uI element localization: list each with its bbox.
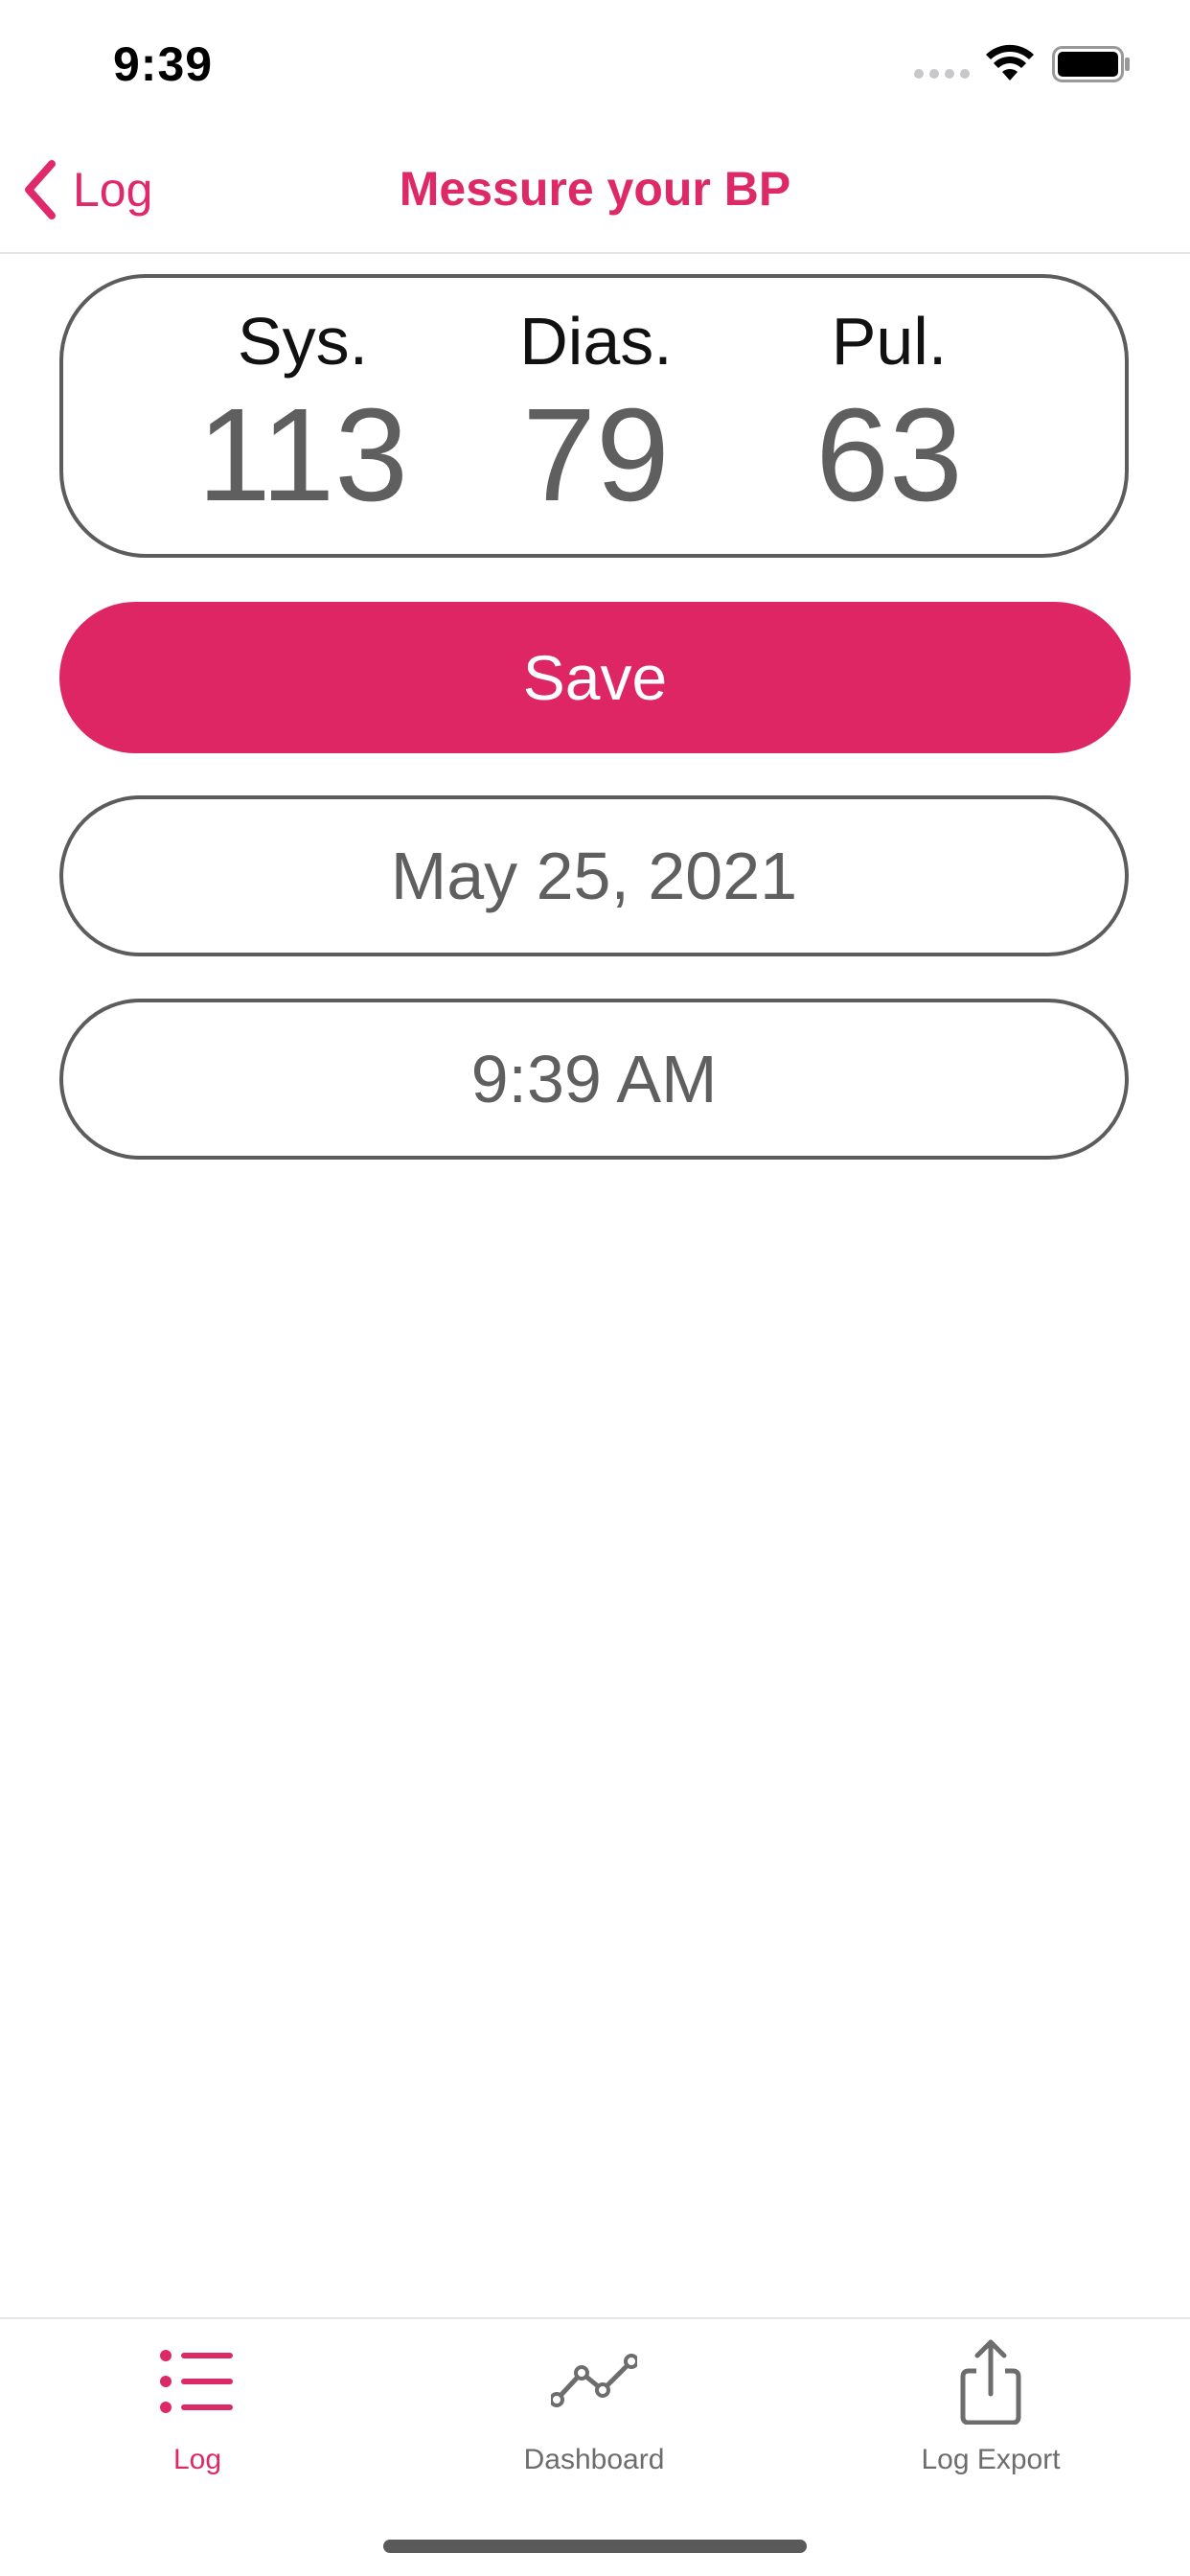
tab-log-export[interactable]: Log Export [847,2338,1134,2492]
wifi-icon [986,44,1034,80]
tab-bar-divider [0,2317,1190,2319]
tab-log[interactable]: Log [54,2338,341,2492]
systolic-value[interactable]: 113 [178,383,427,527]
share-icon [960,2339,1021,2425]
pulse-column: Pul. 63 [765,303,1014,527]
battery-icon [1052,46,1130,82]
pulse-value[interactable]: 63 [765,383,1014,527]
systolic-column: Sys. 113 [178,303,427,527]
tab-dashboard[interactable]: Dashboard [450,2338,738,2492]
time-picker[interactable]: 9:39 AM [59,999,1129,1160]
tab-log-label: Log [172,2444,222,2475]
diastolic-label: Dias. [519,304,673,379]
diastolic-value[interactable]: 79 [471,383,721,527]
nav-divider [0,252,1190,254]
status-time: 9:39 [113,37,214,91]
systolic-label: Sys. [237,304,369,379]
tab-log-export-label: Log Export [921,2444,1061,2475]
list-icon [160,2350,233,2413]
home-indicator [383,2540,807,2553]
line-chart-icon [551,2354,637,2407]
cellular-signal-icon [914,69,970,79]
diastolic-column: Dias. 79 [471,303,721,527]
save-button[interactable]: Save [59,602,1131,753]
date-picker[interactable]: May 25, 2021 [59,795,1129,956]
page-title: Messure your BP [399,162,791,216]
bp-reading-card[interactable]: Sys. 113 Dias. 79 Pul. 63 [59,274,1129,558]
tab-dashboard-label: Dashboard [523,2444,665,2475]
pulse-label: Pul. [831,304,948,379]
